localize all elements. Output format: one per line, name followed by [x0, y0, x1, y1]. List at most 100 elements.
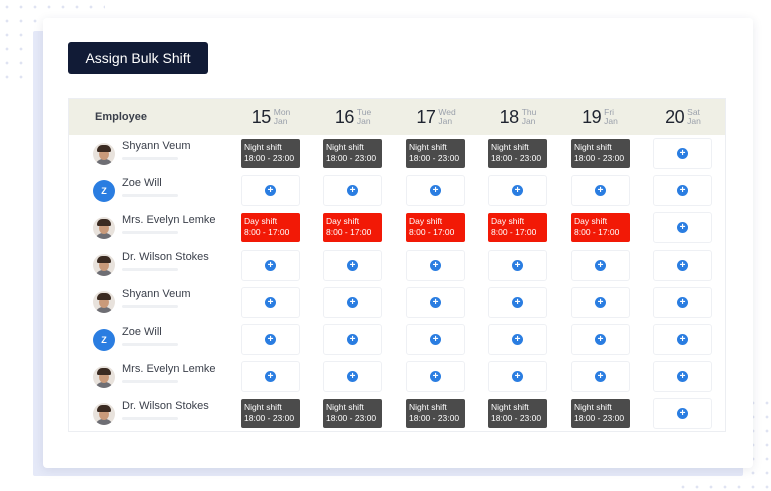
night-shift-block[interactable]: Night shift 18:00 - 23:00 [323, 399, 382, 429]
night-shift-block[interactable]: Night shift 18:00 - 23:00 [406, 399, 465, 429]
empty-shift-cell[interactable]: + [323, 175, 382, 207]
add-shift-icon[interactable]: + [677, 222, 688, 234]
day-shift-block[interactable]: Day shift 8:00 - 17:00 [323, 213, 382, 243]
empty-shift-cell[interactable]: + [323, 361, 382, 393]
shift-time: 18:00 - 23:00 [574, 413, 625, 424]
add-shift-icon[interactable]: + [347, 259, 358, 271]
add-shift-icon[interactable]: + [677, 408, 688, 420]
empty-shift-cell[interactable]: + [406, 175, 465, 207]
night-shift-block[interactable]: Night shift 18:00 - 23:00 [241, 399, 300, 429]
add-shift-icon[interactable]: + [595, 296, 606, 308]
empty-shift-cell[interactable]: + [241, 249, 300, 281]
empty-shift-cell[interactable]: + [571, 286, 630, 318]
empty-shift-cell[interactable]: + [571, 324, 630, 355]
table-header: Employee 15 Mon Jan 16 Tue Jan 17 Wed Jan 18 Thu Ja… [69, 99, 725, 135]
add-shift-icon[interactable]: + [347, 371, 358, 383]
shift-time: 8:00 - 17:00 [326, 227, 372, 238]
add-shift-icon[interactable]: + [265, 371, 276, 383]
empty-shift-cell[interactable]: + [488, 324, 547, 355]
empty-shift-cell[interactable]: + [653, 324, 712, 355]
empty-shift-cell[interactable]: + [653, 138, 712, 169]
employee-row: Dr. Wilson Stokes Night shift 18:00 - 23:0… [69, 395, 725, 432]
shift-label: Night shift [244, 402, 282, 413]
night-shift-block[interactable]: Night shift 18:00 - 23:00 [406, 139, 465, 168]
empty-shift-cell[interactable]: + [323, 249, 382, 281]
avatar [93, 365, 115, 388]
add-shift-icon[interactable]: + [512, 185, 523, 197]
day-label: Sat Jan [687, 108, 701, 126]
add-shift-icon[interactable]: + [265, 185, 276, 197]
empty-shift-cell[interactable]: + [571, 175, 630, 207]
empty-shift-cell[interactable]: + [323, 286, 382, 318]
add-shift-icon[interactable]: + [347, 334, 358, 345]
add-shift-icon[interactable]: + [512, 334, 523, 345]
add-shift-icon[interactable]: + [430, 371, 441, 383]
empty-shift-cell[interactable]: + [323, 324, 382, 355]
add-shift-icon[interactable]: + [677, 296, 688, 308]
empty-shift-cell[interactable]: + [488, 361, 547, 393]
add-shift-icon[interactable]: + [265, 334, 276, 345]
add-shift-icon[interactable]: + [430, 296, 441, 308]
assign-bulk-shift-button[interactable]: Assign Bulk Shift [68, 42, 208, 74]
day-shift-block[interactable]: Day shift 8:00 - 17:00 [406, 213, 465, 243]
add-shift-icon[interactable]: + [677, 371, 688, 383]
add-shift-icon[interactable]: + [595, 259, 606, 271]
empty-shift-cell[interactable]: + [241, 286, 300, 318]
avatar [93, 142, 115, 165]
add-shift-icon[interactable]: + [595, 371, 606, 383]
shift-time: 18:00 - 23:00 [574, 153, 625, 163]
empty-shift-cell[interactable]: + [653, 286, 712, 318]
day-shift-block[interactable]: Day shift 8:00 - 17:00 [241, 213, 300, 243]
add-shift-icon[interactable]: + [347, 185, 358, 197]
add-shift-icon[interactable]: + [677, 185, 688, 197]
add-shift-icon[interactable]: + [347, 296, 358, 308]
day-label: Thu Jan [522, 108, 537, 126]
add-shift-icon[interactable]: + [677, 334, 688, 345]
shift-label: Night shift [574, 142, 612, 152]
add-shift-icon[interactable]: + [265, 296, 276, 308]
add-shift-icon[interactable]: + [430, 185, 441, 197]
add-shift-icon[interactable]: + [512, 371, 523, 383]
add-shift-icon[interactable]: + [677, 259, 688, 271]
day-number: 16 [334, 106, 355, 127]
empty-shift-cell[interactable]: + [406, 249, 465, 281]
add-shift-icon[interactable]: + [595, 185, 606, 197]
empty-shift-cell[interactable]: + [571, 361, 630, 393]
night-shift-block[interactable]: Night shift 18:00 - 23:00 [571, 139, 630, 168]
empty-shift-cell[interactable]: + [653, 249, 712, 281]
empty-shift-cell[interactable]: + [488, 249, 547, 281]
empty-shift-cell[interactable]: + [241, 361, 300, 393]
empty-shift-cell[interactable]: + [406, 324, 465, 355]
employee-row: Shyann Veum + + + + + + [69, 284, 725, 321]
add-shift-icon[interactable]: + [265, 259, 276, 271]
empty-shift-cell[interactable]: + [488, 175, 547, 207]
empty-shift-cell[interactable]: + [488, 286, 547, 318]
day-shift-block[interactable]: Day shift 8:00 - 17:00 [488, 213, 547, 243]
avatar [93, 402, 115, 425]
add-shift-icon[interactable]: + [677, 148, 688, 159]
add-shift-icon[interactable]: + [512, 296, 523, 308]
add-shift-icon[interactable]: + [430, 334, 441, 345]
add-shift-icon[interactable]: + [512, 259, 523, 271]
empty-shift-cell[interactable]: + [653, 212, 712, 244]
night-shift-block[interactable]: Night shift 18:00 - 23:00 [488, 399, 547, 429]
add-shift-icon[interactable]: + [595, 334, 606, 345]
empty-shift-cell[interactable]: + [653, 361, 712, 393]
day-shift-block[interactable]: Day shift 8:00 - 17:00 [571, 213, 630, 243]
night-shift-block[interactable]: Night shift 18:00 - 23:00 [488, 139, 547, 168]
empty-shift-cell[interactable]: + [241, 324, 300, 355]
day-number: 18 [499, 106, 520, 127]
day-number: 15 [251, 106, 272, 127]
employee-name: Dr. Wilson Stokes [122, 251, 209, 264]
add-shift-icon[interactable]: + [430, 259, 441, 271]
night-shift-block[interactable]: Night shift 18:00 - 23:00 [323, 139, 382, 168]
employee-cell: Z Zoe Will [93, 321, 178, 358]
night-shift-block[interactable]: Night shift 18:00 - 23:00 [241, 139, 300, 168]
empty-shift-cell[interactable]: + [406, 361, 465, 393]
empty-shift-cell[interactable]: + [241, 175, 300, 207]
empty-shift-cell[interactable]: + [406, 286, 465, 318]
empty-shift-cell[interactable]: + [653, 175, 712, 207]
empty-shift-cell[interactable]: + [653, 398, 712, 430]
empty-shift-cell[interactable]: + [571, 249, 630, 281]
night-shift-block[interactable]: Night shift 18:00 - 23:00 [571, 399, 630, 429]
